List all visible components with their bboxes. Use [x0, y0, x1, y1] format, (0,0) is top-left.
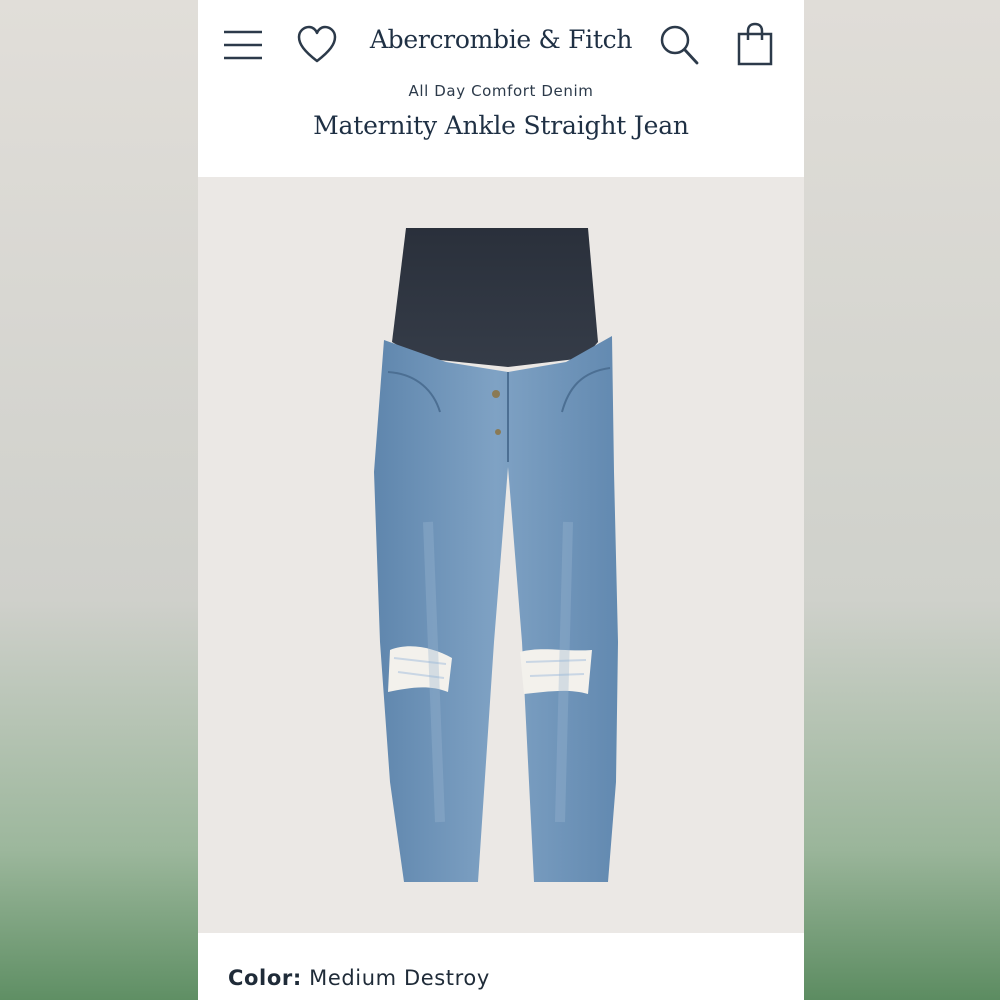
hamburger-menu-icon[interactable]	[222, 28, 264, 62]
product-collection: All Day Comfort Denim	[408, 82, 594, 100]
product-title: Maternity Ankle Straight Jean	[313, 111, 689, 140]
shopping-bag-icon[interactable]	[736, 22, 774, 66]
brand-logo[interactable]: Abercrombie & Fitch	[348, 25, 654, 54]
color-value: Medium Destroy	[309, 966, 490, 990]
heart-icon[interactable]	[296, 25, 338, 65]
jeans-image	[374, 228, 618, 882]
color-selection: Color: Medium Destroy	[228, 966, 490, 990]
top-nav-bar: Abercrombie & Fitch	[198, 0, 804, 90]
color-label: Color:	[228, 966, 302, 990]
product-page: Abercrombie & Fitch All Day Comfort Deni…	[198, 0, 804, 1000]
background-left	[0, 0, 198, 1000]
search-icon[interactable]	[659, 24, 699, 66]
product-image[interactable]	[198, 177, 804, 933]
background-right	[804, 0, 1000, 1000]
